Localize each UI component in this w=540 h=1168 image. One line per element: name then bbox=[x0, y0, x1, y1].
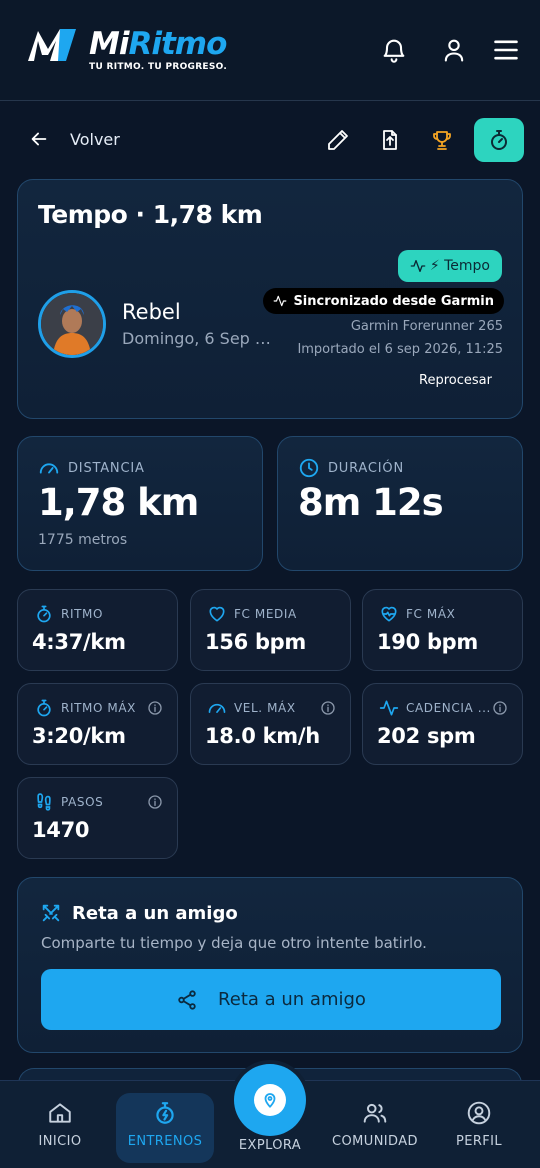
stat-value: 190 bpm bbox=[377, 630, 478, 654]
export-icon bbox=[383, 130, 397, 150]
stat-tile-avg-hr: FC MEDIA 156 bpm bbox=[190, 589, 351, 671]
tab-entrenos[interactable]: ENTRENOS bbox=[115, 1100, 215, 1149]
activity-title: Tempo · 1,78 km bbox=[38, 200, 263, 229]
sync-label: Sincronizado desde Garmin bbox=[293, 293, 494, 309]
edit-icon bbox=[328, 130, 348, 150]
imported-at: Importado el 6 sep 2026, 11:25 bbox=[297, 342, 503, 357]
sync-badge: Sincronizado desde Garmin bbox=[263, 288, 504, 314]
tab-label: EXPLORA bbox=[238, 1138, 302, 1153]
tab-inicio[interactable]: INICIO bbox=[10, 1100, 110, 1149]
stat-tile-pace: RITMO 4:37/km bbox=[17, 589, 178, 671]
device-name: Garmin Forerunner 265 bbox=[350, 319, 503, 334]
stopwatch-button[interactable] bbox=[474, 118, 524, 162]
stat-tile-cadence: CADENCIA ... 202 spm bbox=[362, 683, 523, 765]
duration-value: 8m 12s bbox=[298, 481, 444, 524]
gauge-icon bbox=[39, 463, 59, 474]
distance-value: 1,78 km bbox=[38, 481, 199, 524]
challenge-button-label: Reta a un amigo bbox=[218, 989, 366, 1010]
activity-icon bbox=[274, 295, 287, 307]
user-circle-icon bbox=[467, 1101, 491, 1125]
app-tagline: TU RITMO. TU PROGRESO. bbox=[89, 62, 228, 72]
back-button[interactable]: Volver bbox=[28, 128, 120, 150]
user-name: Rebel bbox=[122, 300, 181, 324]
explore-button[interactable] bbox=[234, 1064, 306, 1136]
duration-label: DURACIÓN bbox=[328, 460, 404, 476]
activity-icon bbox=[379, 700, 399, 716]
info-icon[interactable] bbox=[492, 700, 508, 720]
heart-pulse-icon bbox=[381, 606, 397, 622]
stat-value: 156 bpm bbox=[205, 630, 306, 654]
stat-label: CADENCIA ... bbox=[406, 701, 491, 715]
footprints-icon bbox=[37, 793, 51, 811]
heart-icon bbox=[209, 606, 225, 622]
stat-label: FC MÁX bbox=[406, 607, 456, 621]
trophy-icon bbox=[433, 131, 451, 150]
distance-label: DISTANCIA bbox=[68, 460, 145, 476]
reprocess-button[interactable]: Reprocesar bbox=[419, 373, 492, 388]
tab-label: INICIO bbox=[38, 1134, 82, 1149]
info-icon[interactable] bbox=[147, 700, 163, 720]
clock-icon bbox=[299, 458, 319, 478]
stat-tile-max-hr: FC MÁX 190 bpm bbox=[362, 589, 523, 671]
challenge-desc: Comparte tu tiempo y deja que otro inten… bbox=[41, 934, 427, 952]
app-name-part1: Mi bbox=[89, 26, 129, 62]
tab-comunidad[interactable]: COMUNIDAD bbox=[325, 1100, 425, 1149]
activity-card: Tempo · 1,78 km ⚡ Tempo Rebel Domingo, 6… bbox=[17, 179, 523, 419]
swords-icon bbox=[42, 904, 60, 922]
arrow-left-icon bbox=[31, 132, 47, 146]
stopwatch-icon bbox=[37, 605, 51, 623]
info-icon[interactable] bbox=[320, 700, 336, 720]
tab-perfil[interactable]: PERFIL bbox=[429, 1100, 529, 1149]
activity-date: Domingo, 6 Sep 2026 bbox=[122, 329, 272, 348]
activity-type-badge: ⚡ Tempo bbox=[397, 250, 502, 282]
distance-sub: 1775 metros bbox=[38, 532, 128, 548]
distance-card: DISTANCIA 1,78 km 1775 metros bbox=[17, 436, 263, 571]
trophy-button[interactable] bbox=[418, 120, 466, 160]
challenge-button[interactable]: Reta a un amigo bbox=[41, 969, 501, 1030]
stat-value: 4:37/km bbox=[32, 630, 126, 654]
stat-value: 1470 bbox=[32, 818, 90, 842]
app-name: MiRitmo bbox=[89, 25, 227, 63]
stopwatch-icon bbox=[491, 130, 507, 150]
stat-value: 3:20/km bbox=[32, 724, 126, 748]
stat-value: 18.0 km/h bbox=[205, 724, 320, 748]
stat-tile-max-speed: VEL. MÁX 18.0 km/h bbox=[190, 683, 351, 765]
stat-label: RITMO MÁX bbox=[61, 701, 137, 715]
tab-label: COMUNIDAD bbox=[332, 1134, 418, 1149]
share-icon bbox=[178, 989, 196, 1010]
stat-tile-max-pace: RITMO MÁX 3:20/km bbox=[17, 683, 178, 765]
stat-tile-steps: PASOS 1470 bbox=[17, 777, 178, 859]
stat-value: 202 spm bbox=[377, 724, 476, 748]
challenge-card: Reta a un amigo Comparte tu tiempo y dej… bbox=[17, 877, 523, 1053]
info-icon[interactable] bbox=[147, 794, 163, 814]
stat-label: VEL. MÁX bbox=[234, 701, 296, 715]
challenge-title: Reta a un amigo bbox=[72, 902, 238, 924]
duration-card: DURACIÓN 8m 12s bbox=[277, 436, 523, 571]
stat-label: RITMO bbox=[61, 607, 104, 621]
back-label: Volver bbox=[70, 129, 120, 149]
gauge-icon bbox=[208, 703, 226, 713]
menu-icon[interactable] bbox=[492, 36, 522, 64]
edit-button[interactable] bbox=[314, 120, 362, 160]
app-header: MiRitmo TU RITMO. TU PROGRESO. bbox=[0, 0, 540, 101]
map-pin-icon bbox=[264, 1093, 276, 1108]
stopwatch-icon bbox=[37, 699, 51, 717]
bell-icon[interactable] bbox=[380, 36, 408, 64]
stat-label: PASOS bbox=[61, 795, 104, 809]
tab-label: ENTRENOS bbox=[127, 1134, 203, 1149]
logo-icon bbox=[26, 25, 82, 69]
activity-type-label: ⚡ Tempo bbox=[429, 258, 490, 274]
avatar[interactable] bbox=[38, 290, 106, 358]
export-button[interactable] bbox=[366, 120, 414, 160]
home-icon bbox=[49, 1103, 71, 1123]
users-icon bbox=[363, 1103, 387, 1123]
tab-label: PERFIL bbox=[455, 1134, 503, 1149]
stat-label: FC MEDIA bbox=[234, 607, 297, 621]
app-name-part2: Ritmo bbox=[128, 26, 227, 62]
stopwatch-bolt-icon bbox=[156, 1102, 174, 1124]
activity-icon bbox=[410, 260, 426, 272]
user-icon[interactable] bbox=[440, 36, 468, 64]
